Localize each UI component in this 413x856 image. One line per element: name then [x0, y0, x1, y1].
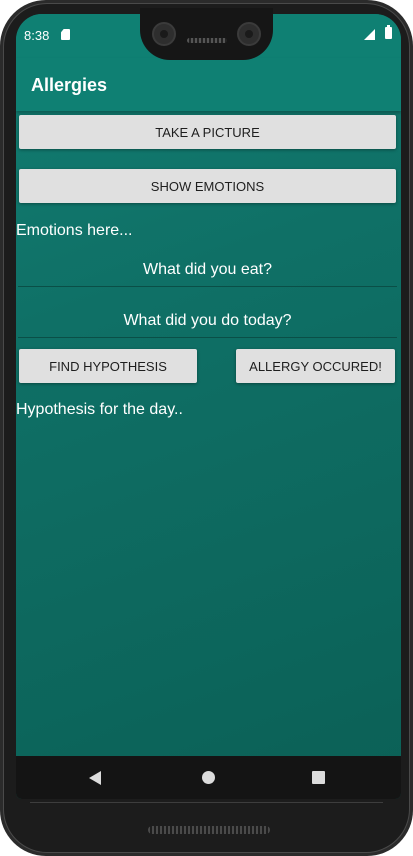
camera-notch: [140, 8, 273, 60]
app-bar: Allergies: [16, 58, 401, 111]
what-did-you-eat-input[interactable]: What did you eat?: [18, 256, 397, 287]
home-circle-icon[interactable]: [202, 771, 215, 784]
bottom-divider: [30, 802, 383, 803]
hypothesis-text: Hypothesis for the day..: [16, 401, 183, 418]
bottom-speaker: [148, 826, 270, 834]
take-picture-button[interactable]: TAKE A PICTURE: [19, 115, 396, 149]
app-title: Allergies: [31, 75, 108, 95]
emotions-text: Emotions here...: [16, 222, 133, 239]
what-did-you-do-input[interactable]: What did you do today?: [18, 307, 397, 338]
earpiece-speaker: [187, 38, 227, 43]
allergy-occured-button[interactable]: ALLERGY OCCURED!: [236, 349, 395, 383]
status-time: 8:38: [24, 28, 50, 43]
sd-card-icon: [61, 29, 70, 40]
what-did-you-eat-placeholder: What did you eat?: [143, 261, 272, 278]
phone-frame: 8:38 Allergies TAKE A PICTURE SHOW EMOTI…: [0, 0, 413, 856]
recents-square-icon[interactable]: [312, 771, 325, 784]
front-camera-icon: [152, 22, 176, 46]
find-hypothesis-button[interactable]: FIND HYPOTHESIS: [19, 349, 197, 383]
back-triangle-icon[interactable]: [89, 771, 101, 785]
what-did-you-do-placeholder: What did you do today?: [123, 312, 292, 329]
signal-icon: [364, 29, 375, 40]
show-emotions-button[interactable]: SHOW EMOTIONS: [19, 169, 396, 203]
front-sensor-icon: [237, 22, 261, 46]
screen: 8:38 Allergies TAKE A PICTURE SHOW EMOTI…: [16, 14, 401, 799]
battery-icon: [385, 25, 392, 39]
navigation-bar: [16, 756, 401, 799]
